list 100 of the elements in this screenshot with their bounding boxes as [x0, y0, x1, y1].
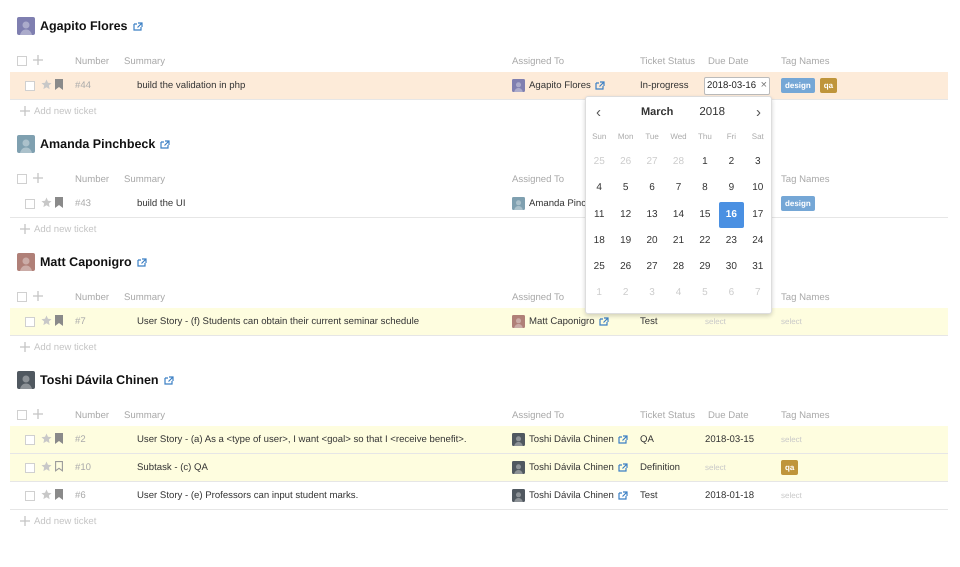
- star-icon[interactable]: [41, 488, 52, 500]
- bookmark-icon[interactable]: [55, 488, 63, 500]
- ticket-status[interactable]: Test: [640, 490, 705, 501]
- external-link-icon[interactable]: [618, 491, 628, 500]
- ticket-status[interactable]: In-progress: [640, 80, 705, 91]
- add-icon[interactable]: [20, 516, 30, 526]
- calendar-day[interactable]: 11: [586, 202, 612, 228]
- ticket-number: #6: [75, 490, 87, 501]
- ticket-summary[interactable]: Subtask - (c) QA: [137, 462, 512, 473]
- calendar-day[interactable]: 3: [745, 149, 770, 176]
- ticket-summary[interactable]: User Story - (a) As a <type of user>, I want <goal> so that I <receive benefit>.: [137, 434, 512, 445]
- add-icon[interactable]: [33, 172, 43, 182]
- calendar-day[interactable]: 19: [612, 228, 638, 254]
- external-link-icon[interactable]: [594, 81, 605, 90]
- calendar-day[interactable]: 13: [639, 202, 665, 228]
- bookmark-icon[interactable]: [55, 196, 63, 208]
- calendar-day[interactable]: 23: [718, 228, 744, 254]
- clear-button[interactable]: ×: [760, 80, 767, 91]
- select-all-checkbox[interactable]: [17, 410, 27, 420]
- date-input-field[interactable]: 2018-03-16 ×: [704, 76, 770, 94]
- weekday-label: Mon: [616, 131, 634, 143]
- calendar-day[interactable]: 2: [718, 149, 744, 176]
- calendar-day[interactable]: 29: [692, 254, 718, 280]
- bookmark-icon[interactable]: [55, 78, 63, 90]
- calendar-day[interactable]: 22: [692, 228, 718, 254]
- select-all-checkbox[interactable]: [17, 292, 27, 302]
- star-icon[interactable]: [41, 196, 52, 208]
- external-link-icon[interactable]: [618, 463, 628, 472]
- calendar-day[interactable]: 5: [612, 175, 638, 202]
- calendar-day[interactable]: 31: [745, 254, 770, 280]
- weekday-label: Sun: [591, 131, 608, 143]
- month-label[interactable]: March: [641, 106, 674, 118]
- calendar-day[interactable]: 10: [745, 175, 770, 202]
- person-name: Toshi Dávila Chinen: [40, 373, 159, 387]
- external-link-icon[interactable]: [132, 22, 143, 30]
- previous-month-button[interactable]: ‹: [592, 104, 605, 120]
- calendar-day[interactable]: 28: [666, 254, 692, 280]
- row-checkbox[interactable]: [25, 198, 35, 208]
- person-name: Agapito Flores: [40, 19, 128, 33]
- ticket-status[interactable]: Test: [640, 316, 705, 327]
- add-icon[interactable]: [20, 106, 30, 116]
- external-link-icon[interactable]: [598, 317, 609, 326]
- calendar-day[interactable]: 12: [612, 202, 638, 228]
- calendar-day[interactable]: 25: [586, 254, 612, 280]
- ticket-status[interactable]: Definition: [640, 462, 705, 473]
- person-name: Amanda Pinchbeck: [40, 137, 156, 151]
- row-checkbox[interactable]: [25, 316, 35, 326]
- ticket-summary[interactable]: build the UI: [137, 198, 512, 209]
- bookmark-icon[interactable]: [55, 314, 63, 326]
- calendar-day[interactable]: 14: [666, 202, 692, 228]
- add-icon[interactable]: [20, 224, 30, 234]
- calendar-day[interactable]: 26: [612, 254, 638, 280]
- calendar-day[interactable]: 1: [692, 149, 718, 176]
- external-link-icon[interactable]: [618, 435, 628, 444]
- calendar-day[interactable]: 18: [586, 228, 612, 254]
- due-date[interactable]: 2018-01-18: [705, 490, 781, 501]
- calendar-day[interactable]: 27: [639, 254, 665, 280]
- external-link-icon[interactable]: [160, 140, 170, 148]
- calendar-day[interactable]: 15: [692, 202, 718, 228]
- bookmark-icon[interactable]: [55, 460, 63, 472]
- calendar-day[interactable]: 24: [745, 228, 770, 254]
- calendar-day[interactable]: 21: [666, 228, 692, 254]
- ticket-status[interactable]: QA: [640, 434, 705, 445]
- calendar-day[interactable]: 6: [639, 175, 665, 202]
- star-icon[interactable]: [41, 314, 52, 326]
- bookmark-icon[interactable]: [55, 432, 63, 444]
- calendar-day[interactable]: 30: [718, 254, 744, 280]
- calendar-day[interactable]: 4: [586, 175, 612, 202]
- calendar-day[interactable]: 20: [639, 228, 665, 254]
- ticket-row[interactable]: #44 build the validation in php Agapito Flores In-progress 2018-03-16 × design qa: [10, 72, 948, 100]
- ticket-number: #2: [75, 434, 87, 445]
- due-date[interactable]: 2018-03-15: [705, 434, 781, 445]
- external-link-icon[interactable]: [164, 376, 174, 384]
- calendar-day[interactable]: 9: [718, 175, 744, 202]
- star-icon[interactable]: [41, 460, 52, 472]
- next-month-button[interactable]: ›: [752, 104, 765, 120]
- star-icon[interactable]: [41, 432, 52, 444]
- star-icon[interactable]: [41, 78, 52, 90]
- weekday-label: Sat: [750, 131, 765, 143]
- calendar-day[interactable]: 17: [745, 202, 770, 228]
- add-icon[interactable]: [33, 290, 43, 300]
- row-checkbox[interactable]: [25, 490, 35, 500]
- row-checkbox[interactable]: [25, 462, 35, 472]
- external-link-icon[interactable]: [136, 258, 147, 266]
- ticket-summary[interactable]: User Story - (f) Students can obtain their current seminar schedule: [137, 316, 512, 327]
- calendar-day[interactable]: 8: [692, 175, 718, 202]
- row-checkbox[interactable]: [25, 80, 35, 90]
- add-icon[interactable]: [20, 342, 30, 352]
- year-label[interactable]: 2018: [699, 106, 725, 118]
- ticket-summary[interactable]: User Story - (e) Professors can input student marks.: [137, 490, 512, 501]
- assignee-name: Matt Caponigro: [529, 316, 595, 327]
- add-icon[interactable]: [33, 408, 43, 418]
- add-icon[interactable]: [33, 54, 43, 64]
- ticket-summary[interactable]: build the validation in php: [137, 80, 512, 91]
- calendar-day[interactable]: 7: [666, 175, 692, 202]
- ticket-number: #43: [75, 198, 92, 209]
- select-all-checkbox[interactable]: [17, 174, 27, 184]
- row-checkbox[interactable]: [25, 434, 35, 444]
- ticket-number: #7: [75, 316, 87, 327]
- select-all-checkbox[interactable]: [17, 56, 27, 66]
